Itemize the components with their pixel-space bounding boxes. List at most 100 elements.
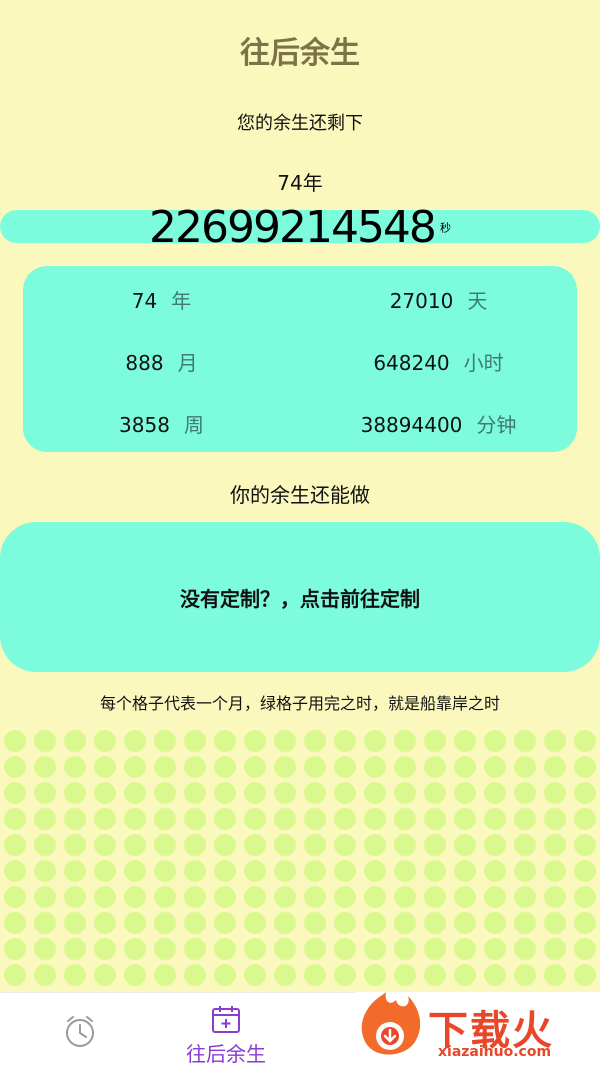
month-dot [184,912,206,934]
customize-prompt: 没有定制？，点击前往定制 [180,586,420,611]
month-dot [484,860,506,882]
month-dot [574,964,596,986]
month-dot [94,860,116,882]
month-dot [424,808,446,830]
month-dot [304,912,326,934]
month-dot [424,938,446,960]
month-dot [304,730,326,752]
flame-logo-icon [356,992,426,1062]
month-dot [544,938,566,960]
month-dot [364,964,386,986]
month-dot [64,860,86,882]
month-dot [574,886,596,908]
calendar-add-icon[interactable] [210,1003,242,1035]
month-dot [574,938,596,960]
month-dot [544,782,566,804]
month-dot [214,808,236,830]
month-dot [154,886,176,908]
month-dot [304,938,326,960]
stat-unit: 分钟 [476,413,517,437]
month-dot [304,886,326,908]
month-dot [4,834,26,856]
month-dot [64,886,86,908]
month-dot [484,808,506,830]
month-dot [394,834,416,856]
month-dot [274,730,296,752]
month-dot [544,964,566,986]
month-dot [64,964,86,986]
month-dot [184,730,206,752]
month-dot [424,912,446,934]
month-dot [4,808,26,830]
month-dot [304,782,326,804]
month-dot [124,834,146,856]
month-dot [304,860,326,882]
month-dot [394,756,416,778]
month-dot [424,886,446,908]
month-dot [454,912,476,934]
month-dot [124,808,146,830]
month-dot [424,756,446,778]
month-dot [244,938,266,960]
month-dot [124,938,146,960]
month-dot [394,964,416,986]
month-dot [394,860,416,882]
month-dot [4,860,26,882]
month-dot [334,912,356,934]
month-dot [94,808,116,830]
month-dot [364,886,386,908]
alarm-clock-icon[interactable] [60,1011,100,1051]
month-dot [4,964,26,986]
month-dot [364,860,386,882]
month-dot [544,756,566,778]
month-dot [424,834,446,856]
month-dot [274,860,296,882]
month-dot [94,834,116,856]
month-dot [454,730,476,752]
month-dot [424,782,446,804]
month-dot [184,834,206,856]
month-dot [514,808,536,830]
month-dot [184,938,206,960]
month-dot [244,834,266,856]
month-dot [214,964,236,986]
month-dot [64,938,86,960]
month-dot [64,730,86,752]
month-dot [514,886,536,908]
month-dot [94,886,116,908]
month-dot [334,964,356,986]
month-dot [94,912,116,934]
month-dot [4,730,26,752]
month-dot [214,782,236,804]
month-dot [484,756,506,778]
month-dot [4,938,26,960]
stat-value: 74 [131,289,158,313]
month-dot [544,834,566,856]
month-dot [304,808,326,830]
month-dot [124,782,146,804]
stat-years: 74 年 [23,285,300,314]
month-dot [424,860,446,882]
month-dot [424,730,446,752]
month-dot [454,808,476,830]
seconds-unit: 秒 [440,221,452,235]
month-dot [124,756,146,778]
month-dot [154,730,176,752]
month-dot [34,912,56,934]
plans-heading: 你的余生还能做 [230,483,370,507]
stat-value: 3858 [119,413,170,437]
month-dot [514,730,536,752]
month-dot [34,730,56,752]
month-dot [154,964,176,986]
month-dot [394,938,416,960]
month-dot [304,756,326,778]
month-dot [4,782,26,804]
month-dot [394,730,416,752]
month-dot [214,834,236,856]
month-dot [544,912,566,934]
month-dot [4,756,26,778]
tab-remaining-life[interactable]: 往后余生 [176,1038,276,1067]
month-dot [484,938,506,960]
month-dot [124,886,146,908]
customize-plans-button[interactable]: 没有定制？，点击前往定制 [0,522,600,672]
